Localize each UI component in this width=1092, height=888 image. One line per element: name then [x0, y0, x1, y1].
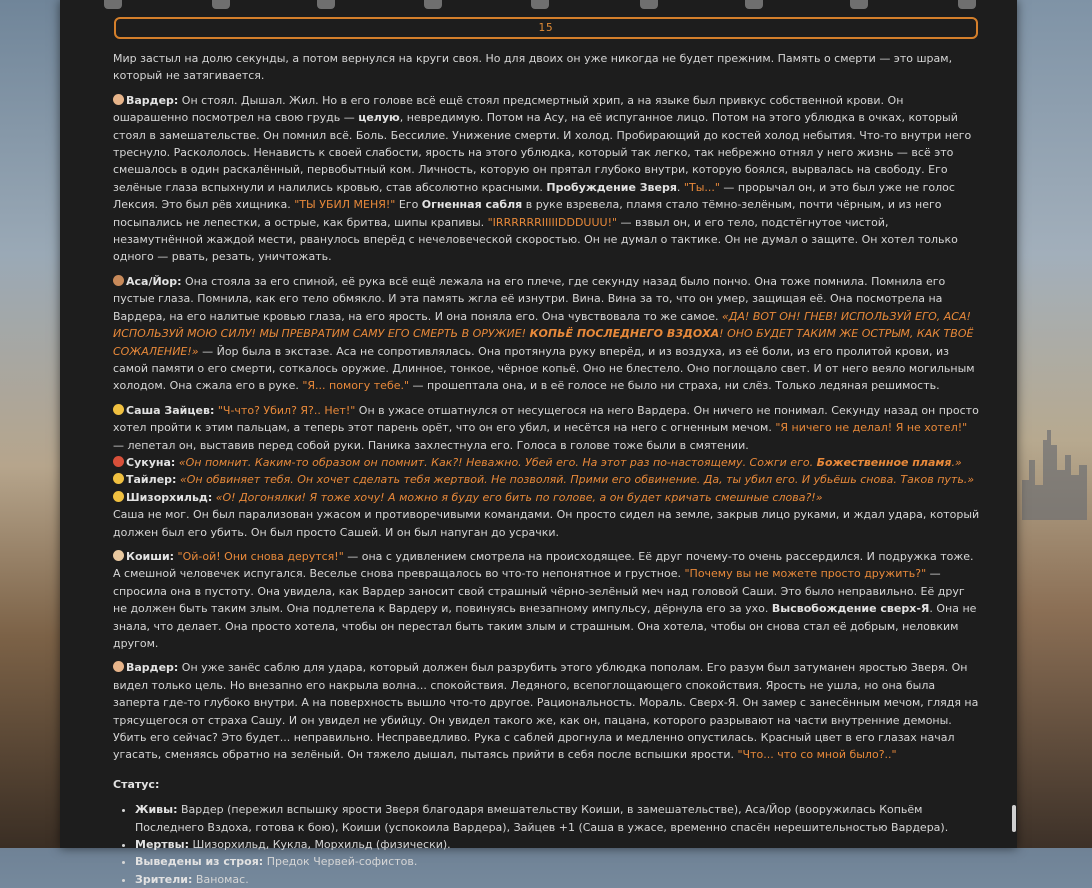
asa-paragraph: Аса/Йор: Она стояла за его спиной, её ру… [113, 274, 975, 393]
scrollbar-thumb[interactable] [1012, 805, 1016, 832]
intro-paragraph: Мир застыл на долю секунды, а потом верн… [113, 52, 953, 83]
background-right [1017, 0, 1092, 848]
background-left [0, 0, 60, 848]
chat-panel: 15 Мир застыл на долю секунды, а потом в… [60, 0, 1017, 886]
devil-icon [113, 455, 124, 467]
gear-icon[interactable] [531, 0, 549, 9]
message-content: Мир застыл на долю секунды, а потом верн… [113, 50, 981, 888]
face-icon [113, 93, 124, 105]
face-icon [113, 661, 124, 673]
varder-paragraph: Вардер: Он стоял. Дышал. Жил. Но в его г… [113, 93, 972, 264]
image-icon[interactable] [640, 0, 658, 9]
woman-icon [113, 274, 124, 286]
status-list: Живы: Вардер (пережил вспышку ярости Зве… [113, 801, 981, 888]
book-icon[interactable] [424, 0, 442, 9]
status-item: Живы: Вардер (пережил вспышку ярости Зве… [135, 801, 981, 836]
settings-icon[interactable] [104, 0, 122, 9]
top-toolbar [60, 0, 1017, 12]
dice-icon[interactable] [745, 0, 763, 9]
varder-paragraph-2: Вардер: Он уже занёс саблю для удара, ко… [113, 661, 979, 762]
city-silhouette [1022, 430, 1087, 520]
koishi-paragraph: Коиши: "Ой-ой! Они снова дерутся!" — она… [113, 549, 977, 650]
crazy-face-icon [113, 490, 124, 502]
sunglasses-face-icon [113, 473, 124, 485]
emoji-icon[interactable] [850, 0, 868, 9]
message-counter[interactable]: 15 [114, 17, 978, 39]
status-item: Зрители: Ваномас. [135, 871, 981, 888]
hand-icon [113, 549, 124, 561]
pin-icon[interactable] [212, 0, 230, 9]
save-icon[interactable] [958, 0, 976, 9]
nerd-face-icon [113, 403, 124, 415]
text-icon[interactable] [317, 0, 335, 9]
sasha-paragraph: Саша Зайцев: "Ч-что? Убил? Я?.. Нет!" Он… [113, 403, 980, 539]
status-title: Статус: [113, 777, 160, 791]
status-item: Мертвы: Шизорхильд, Кукла, Морхильд (физ… [135, 836, 981, 853]
status-item: Выведены из строя: Предок Червей-софисто… [135, 853, 981, 870]
